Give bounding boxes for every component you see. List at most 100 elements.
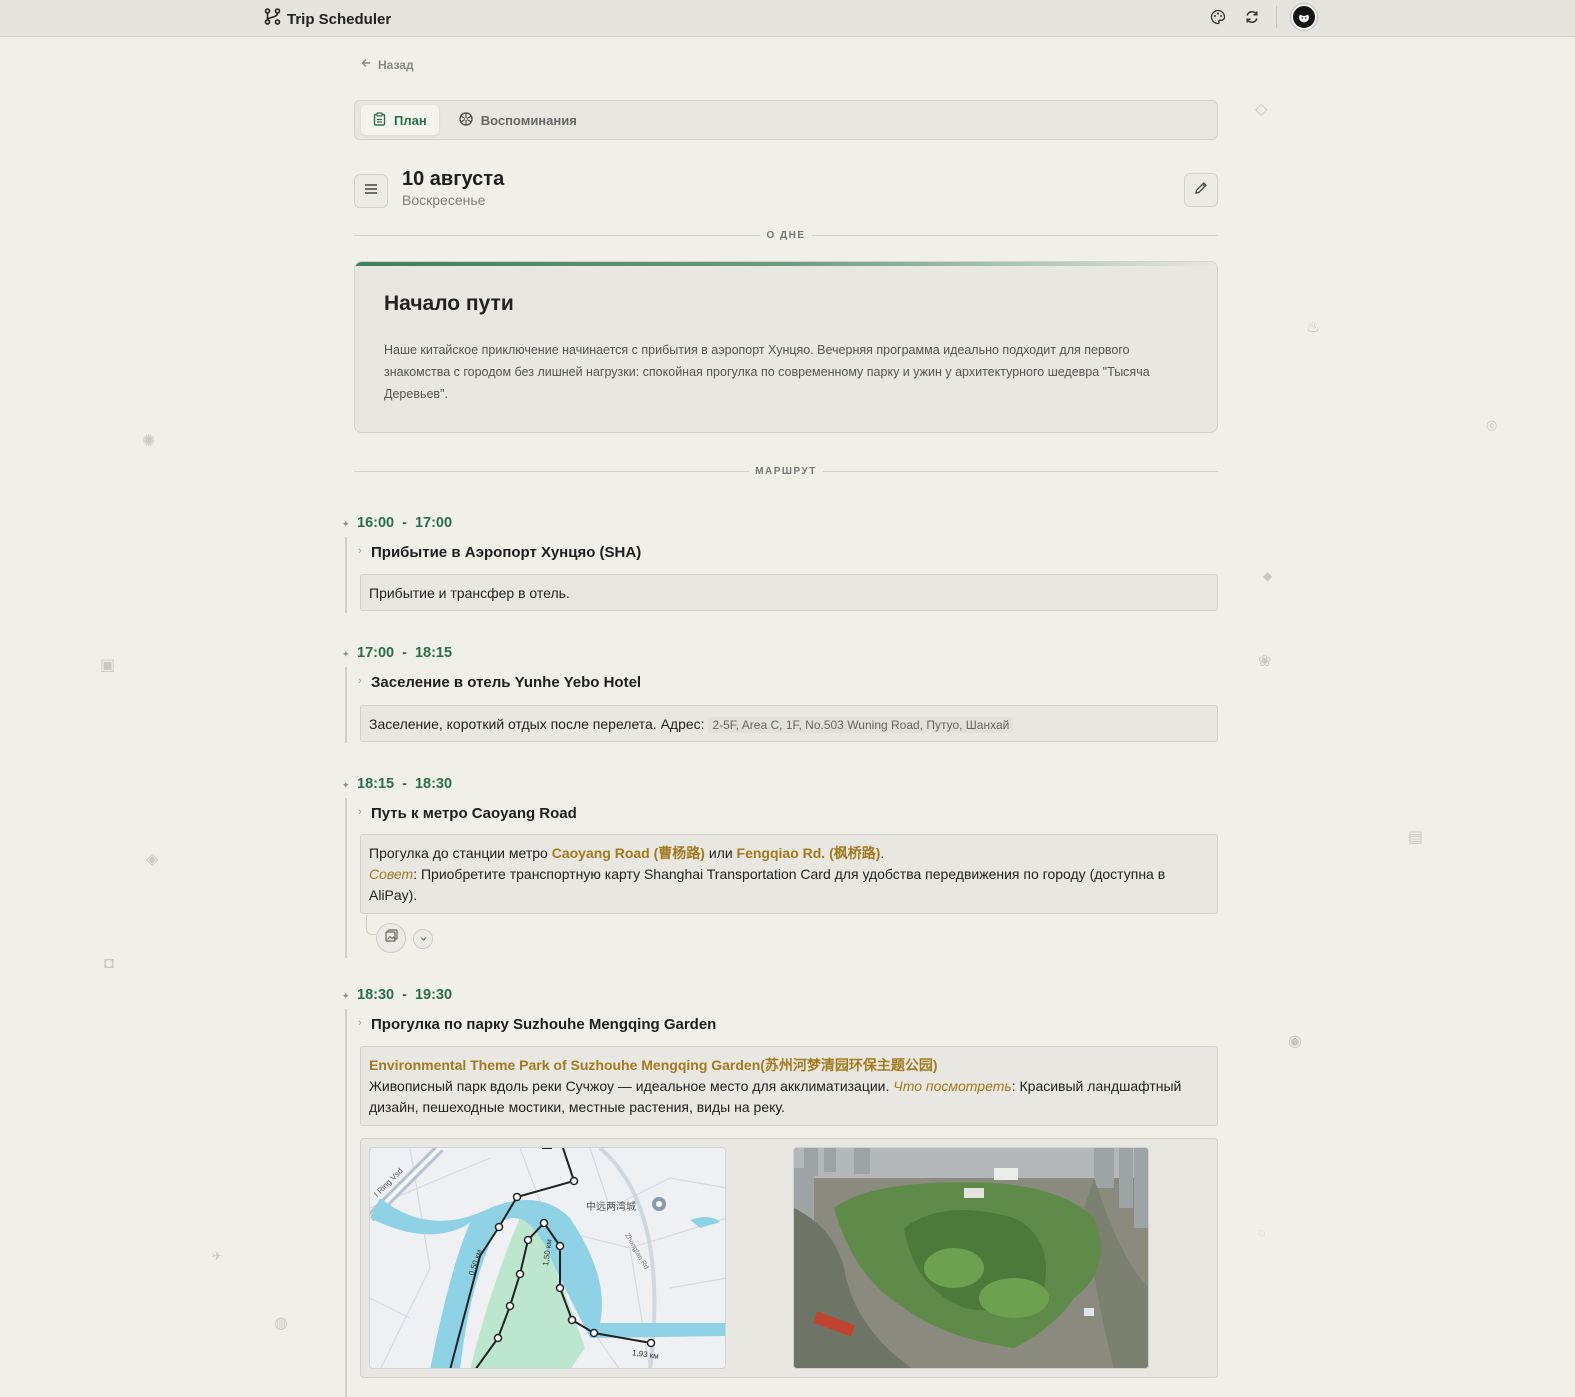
section-label-route: МАРШРУТ [755,465,817,477]
coin-icon: ◌ [1258,1225,1266,1240]
day-weekday: Воскресенье [402,192,486,208]
palette-icon[interactable] [1208,7,1228,27]
ticket-icon: ▣ [100,657,116,674]
time-separator: - [402,776,407,792]
chevron-right-icon[interactable]: › [358,806,362,818]
event-text: Живописный парк вдоль реки Сучжоу — идеа… [369,1078,894,1094]
arrow-left-icon [360,57,372,72]
timeline-dot-icon: ✦ [342,991,350,1001]
event-title[interactable]: Прибытие в Аэропорт Хунцяо (SHA) [371,544,641,561]
event-text: . [880,845,885,861]
clipboard-icon [373,111,386,129]
event-title[interactable]: Заселение в отель Yunhe Yebo Hotel [371,674,641,691]
event-description: Environmental Theme Park of Suzhouhe Men… [360,1046,1218,1126]
refresh-icon[interactable] [1242,7,1262,27]
about-card: Начало пути Наше китайское приключение н… [354,261,1218,433]
event-end: 17:00 [414,515,453,531]
flower-icon: ❀ [1258,653,1272,670]
app-title: Trip Scheduler [287,10,392,28]
event-time[interactable]: 18:15 - 18:30 [357,776,452,792]
media-gallery: I Ring Vsd 中远两湾城 Zhongtan Rd 0,50 км 1,5… [360,1138,1218,1378]
see-label: Что посмотреть [893,1078,1012,1094]
event-start: 17:00 [357,645,395,661]
tag-icon: ◈ [146,851,159,868]
timeline-event: ✦ 18:30 - 19:30 › Прогулка по парку Suzh… [342,987,1218,1397]
event-start: 16:00 [357,515,395,531]
event-description: Заселение, короткий отдых после перелета… [360,705,1218,742]
back-label: Назад [378,57,414,72]
event-title[interactable]: Путь к метро Caoyang Road [371,805,577,822]
park-link[interactable]: Environmental Theme Park of Suzhouhe Men… [369,1057,938,1073]
chevron-down-icon [419,930,428,948]
event-description: Прибытие и трансфер в отель. [360,574,1218,611]
avatar[interactable] [1291,4,1317,30]
event-title[interactable]: Прогулка по парку Suzhouhe Mengqing Gard… [371,1016,716,1033]
route-icon [264,8,281,30]
tab-plan-label: План [394,112,427,128]
camera-icon: ◘ [104,955,114,972]
timeline-dot-icon: ✦ [342,780,350,790]
app-brand[interactable]: Trip Scheduler [264,8,391,30]
edit-button[interactable] [1184,173,1218,207]
top-bar: Trip Scheduler [0,0,1575,37]
menu-button[interactable] [354,174,388,208]
timeline-event: ✦ 17:00 - 18:15 › Заселение в отель Yunh… [342,645,1218,743]
sun-icon: ✺ [142,433,156,450]
drop-icon: ◉ [1288,1033,1302,1050]
event-text: Прогулка до станции метро [369,845,552,861]
event-time[interactable]: 16:00 - 17:00 [357,515,452,531]
toolbar-divider [1276,6,1277,28]
expand-button[interactable] [413,929,433,949]
tab-memories[interactable]: Воспоминания [447,105,589,135]
globe-icon: ◍ [274,1315,288,1332]
pencil-icon [1194,181,1208,200]
timeline-event: ✦ 18:15 - 18:30 › Путь к метро Caoyang R… [342,776,1218,958]
compass-icon: ◎ [1486,417,1498,432]
event-end: 18:15 [414,645,453,661]
utensils-icon: ♨ [1306,319,1321,336]
event-address[interactable]: 2-5F, Area C, 1F, No.503 Wuning Road, Пу… [708,717,1014,733]
gallery-button[interactable] [376,923,406,953]
aperture-icon [458,111,473,129]
tab-plan[interactable]: План [361,105,439,135]
route-map[interactable]: I Ring Vsd 中远两湾城 Zhongtan Rd 0,50 км 1,5… [369,1147,726,1369]
day-header: 10 августа Воскресенье [354,168,1218,210]
metro-link-caoyang[interactable]: Caoyang Road (曹杨路) [552,845,705,861]
event-text: Заселение, короткий отдых после перелета… [369,716,705,732]
event-start: 18:30 [357,987,395,1003]
event-time[interactable]: 18:30 - 19:30 [357,987,452,1003]
event-text: Прибытие и трансфер в отель. [369,585,570,601]
chevron-right-icon[interactable]: › [358,545,362,557]
time-separator: - [402,515,407,531]
park-photo[interactable] [793,1147,1149,1369]
plane-icon: ✈ [212,1249,223,1263]
about-text: Наше китайское приключение начинается с … [384,343,1150,401]
view-tabs: План Воспоминания [354,100,1218,140]
tip-label: Совет [369,866,414,882]
event-end: 18:30 [414,776,453,792]
images-icon [384,929,398,947]
tip-text: : Приобретите транспортную карту Shangha… [369,866,1166,903]
event-description: Прогулка до станции метро Caoyang Road (… [360,834,1218,914]
map-place-label: 中远两湾城 [586,1202,636,1213]
tab-memories-label: Воспоминания [480,112,577,128]
ticket-icon: ◆ [1263,569,1273,583]
timeline-dot-icon: ✦ [342,649,350,659]
timeline-dot-icon: ✦ [342,519,350,529]
chevron-right-icon[interactable]: › [358,1017,362,1029]
metro-link-fengqiao[interactable]: Fengqiao Rd. (枫桥路) [737,845,881,861]
event-time[interactable]: 17:00 - 18:15 [357,645,452,661]
time-separator: - [402,987,407,1003]
day-title: 10 августа [402,168,505,190]
section-divider-route: МАРШРУТ [354,464,1219,478]
back-link[interactable]: Назад [360,57,414,72]
time-separator: - [402,645,407,661]
chevron-right-icon[interactable]: › [358,675,362,687]
map-icon: ◇ [1255,101,1268,118]
event-end: 19:30 [414,987,453,1003]
suitcase-icon: ▤ [1408,829,1424,846]
event-start: 18:15 [357,776,395,792]
event-text: или [704,845,737,861]
menu-icon [364,182,378,200]
section-label-about: О ДНЕ [766,229,806,241]
